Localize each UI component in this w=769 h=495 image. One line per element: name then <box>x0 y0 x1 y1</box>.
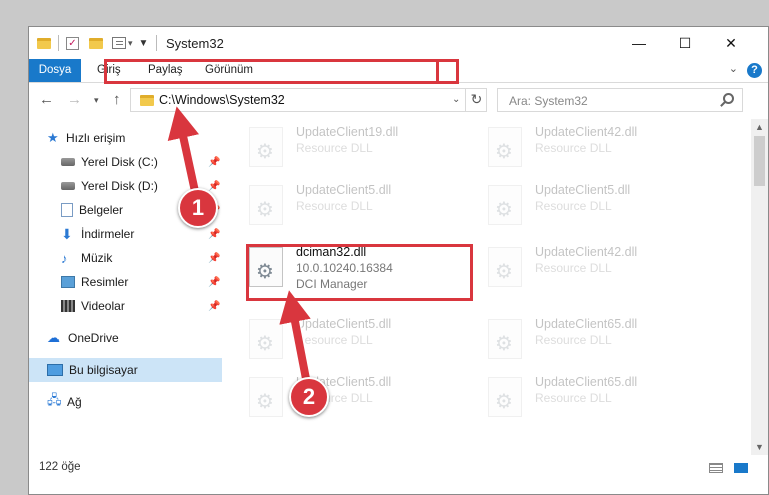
callout-badge-1: 1 <box>178 188 218 228</box>
callout-badge-2: 2 <box>289 377 329 417</box>
callout-arrows <box>167 106 313 386</box>
